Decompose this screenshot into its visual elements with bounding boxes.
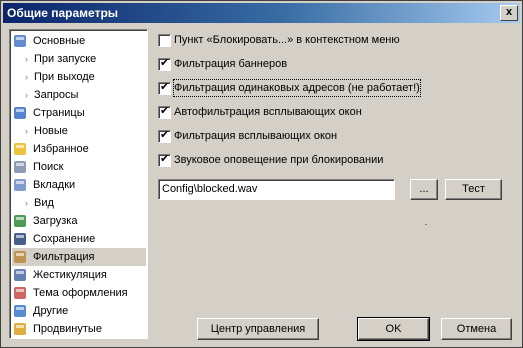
tabs-icon [13, 178, 27, 192]
checkbox-box[interactable] [158, 34, 171, 47]
option-label: Фильтрация одинаковых адресов (не работа… [173, 79, 421, 97]
sidebar-item-9[interactable]: › Вид [12, 194, 146, 212]
checkbox-box[interactable]: ✔ [158, 81, 171, 95]
sidebar-item-3[interactable]: › Запросы [12, 86, 146, 104]
checkmark-icon: ✔ [160, 81, 170, 93]
sidebar-item-14[interactable]: Тема оформления [12, 284, 146, 302]
checkbox-box[interactable]: ✔ [158, 57, 171, 71]
child-arrow-icon: › [25, 54, 28, 64]
close-button[interactable]: x [500, 5, 518, 21]
blocks-icon [13, 304, 27, 318]
gears-icon [13, 322, 27, 336]
cancel-button[interactable]: Отмена [441, 318, 512, 340]
pointer-icon [13, 268, 27, 282]
window-title: Общие параметры [7, 6, 119, 20]
sidebar-item-label: Запросы [34, 89, 79, 101]
sidebar-item-6[interactable]: Избранное [12, 140, 146, 158]
test-sound-button[interactable]: Тест [445, 179, 502, 200]
window-icon [13, 106, 27, 120]
child-arrow-icon: › [25, 72, 28, 82]
child-arrow-icon: › [25, 90, 28, 100]
child-arrow-icon: › [25, 126, 28, 136]
sidebar-item-label: При выходе [34, 71, 95, 83]
sidebar-item-13[interactable]: Жестикуляция [12, 266, 146, 284]
globe-icon [13, 214, 27, 228]
sidebar-item-label: Избранное [33, 143, 89, 155]
option-label: Фильтрация баннеров [174, 58, 288, 70]
palette-icon [13, 286, 27, 300]
checklist-icon [13, 34, 27, 48]
sidebar-item-5[interactable]: › Новые [12, 122, 146, 140]
checkbox-box[interactable]: ✔ [158, 105, 171, 119]
sidebar-item-label: При запуске [34, 53, 97, 65]
sidebar-item-15[interactable]: Другие [12, 302, 146, 320]
sidebar-item-label: Основные [33, 35, 86, 47]
sidebar-item-label: Страницы [33, 107, 85, 119]
sidebar-item-12[interactable]: Фильтрация [12, 248, 146, 266]
sidebar-item-label: Другие [33, 305, 69, 317]
option-label: Автофильтрация всплывающих окон [174, 106, 362, 118]
sidebar-item-label: Тема оформления [33, 287, 128, 299]
sidebar-item-label: Вид [34, 197, 54, 209]
sidebar-item-7[interactable]: Поиск [12, 158, 146, 176]
sidebar-item-11[interactable]: Сохранение [12, 230, 146, 248]
star-icon [13, 142, 27, 156]
sidebar-item-label: Новые [34, 125, 68, 137]
sidebar-item-label: Загрузка [33, 215, 78, 227]
checkmark-icon: ✔ [160, 57, 170, 69]
option-label: Фильтрация всплывающих окон [174, 130, 338, 142]
child-arrow-icon: › [25, 198, 28, 208]
magnifier-icon [13, 160, 27, 174]
sidebar-item-label: Сохранение [33, 233, 96, 245]
checkmark-icon: ✔ [160, 153, 170, 165]
option-label: Звуковое оповещение при блокировании [174, 154, 384, 166]
sidebar-item-label: Жестикуляция [33, 269, 107, 281]
checkbox-box[interactable]: ✔ [158, 129, 171, 143]
sound-file-input[interactable]: Config\blocked.wav [158, 179, 395, 200]
sidebar-item-10[interactable]: Загрузка [12, 212, 146, 230]
sidebar-item-label: Фильтрация [33, 251, 95, 263]
checkmark-icon: ✔ [160, 105, 170, 117]
option-label: Пункт «Блокировать...» в контекстном мен… [174, 34, 400, 46]
checkbox-box[interactable]: ✔ [158, 153, 171, 167]
sidebar-item-label: Вкладки [33, 179, 76, 191]
sidebar-item-4[interactable]: Страницы [12, 104, 146, 122]
options-nav-tree[interactable]: Основные › При запуске › При выходе › Запросы С… [9, 29, 148, 339]
control-center-button[interactable]: Центр управления [197, 318, 319, 340]
browse-button[interactable]: ... [410, 179, 438, 200]
sidebar-item-8[interactable]: Вкладки [12, 176, 146, 194]
sidebar-item-1[interactable]: › При запуске [12, 50, 146, 68]
stray-dot [425, 224, 427, 225]
title-bar: Общие параметры x [3, 3, 520, 23]
ok-button[interactable]: OK [357, 317, 430, 341]
sidebar-item-16[interactable]: Продвинутые [12, 320, 146, 338]
sidebar-item-label: Продвинутые [33, 323, 102, 335]
sidebar-item-2[interactable]: › При выходе [12, 68, 146, 86]
checkmark-icon: ✔ [160, 129, 170, 141]
sidebar-item-0[interactable]: Основные [12, 32, 146, 50]
floppy-icon [13, 232, 27, 246]
broom-icon [13, 250, 27, 264]
sidebar-item-label: Поиск [33, 161, 64, 173]
options-dialog: Общие параметры x Основные › При запуске › П… [0, 0, 523, 348]
